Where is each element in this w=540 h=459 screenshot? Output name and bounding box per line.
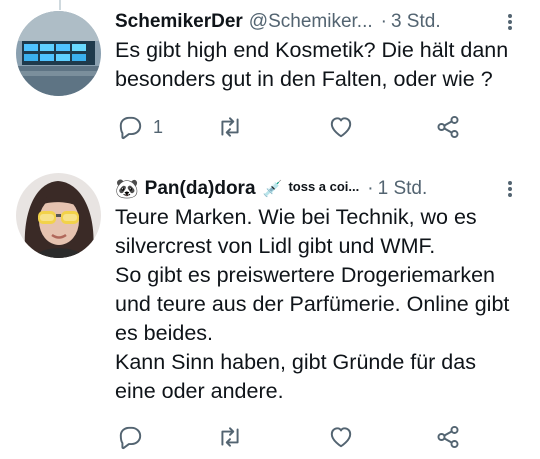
- tweet-text: Es gibt high end Kosmetik? Die hält dann…: [115, 36, 522, 94]
- tweet-text: Teure Marken. Wie bei Technik, wo es sil…: [115, 203, 522, 406]
- name-suffix: toss a coi: [288, 178, 349, 194]
- reply-icon: [119, 426, 142, 450]
- reply-button[interactable]: [117, 422, 143, 452]
- avatar[interactable]: [16, 11, 101, 96]
- retweet-button[interactable]: [217, 112, 243, 142]
- tweet-text-line: und teure aus der Parfümerie. Online gib…: [115, 292, 510, 316]
- heart-icon: [330, 117, 352, 138]
- reply-icon: [119, 116, 142, 140]
- panda-emoji: 🐼: [115, 179, 139, 200]
- timestamp[interactable]: 3 Std.: [391, 11, 441, 33]
- tweet-text-line: Kann Sinn haben, gibt Gründe für das: [115, 350, 476, 374]
- avatar[interactable]: [16, 173, 101, 258]
- timestamp[interactable]: 1 Std.: [378, 178, 428, 200]
- tweet-text-line: besonders gut in den Falten, oder wie ?: [115, 67, 493, 91]
- share-button[interactable]: [435, 422, 461, 452]
- display-name[interactable]: Pan(da)dora: [145, 178, 256, 200]
- more-icon[interactable]: [500, 12, 520, 32]
- retweet-icon: [221, 427, 239, 447]
- like-button[interactable]: [328, 112, 354, 142]
- tweet-text-line: Es gibt high end Kosmetik? Die hält dann: [115, 38, 509, 62]
- like-button[interactable]: [328, 422, 354, 452]
- action-bar: [117, 422, 477, 452]
- avatar-image: [16, 11, 101, 96]
- tweet-text-line: silvercrest von Lidl gibt und WMF.: [115, 234, 436, 258]
- syringe-emoji: 💉: [262, 181, 283, 198]
- tweet-header: SchemikerDer @Schemiker... · 3 Std.: [115, 9, 520, 35]
- action-bar: 1: [117, 112, 477, 142]
- display-name[interactable]: SchemikerDer: [115, 11, 243, 33]
- tweet-text-line: So gibt es preiswertere Drogeriemarken: [115, 263, 495, 287]
- thread-line: [59, 0, 61, 10]
- reply-count: 1: [153, 116, 164, 137]
- share-icon: [437, 425, 459, 449]
- tweet[interactable]: SchemikerDer @Schemiker... · 3 Std. Es g…: [0, 0, 540, 160]
- avatar-image: [16, 173, 101, 258]
- reply-button[interactable]: 1: [117, 112, 163, 142]
- retweet-icon: [221, 117, 239, 137]
- separator-dot: ·: [367, 178, 374, 199]
- user-handle[interactable]: @Schemiker...: [249, 11, 373, 33]
- share-icon: [437, 115, 459, 139]
- tweet-text-line: Teure Marken. Wie bei Technik, wo es: [115, 205, 477, 229]
- heart-icon: [330, 427, 352, 448]
- share-button[interactable]: [435, 112, 461, 142]
- tweet-text-line: eine oder andere.: [115, 379, 284, 403]
- tweet-header: 🐼 Pan(da)dora 💉 toss a coi ... · 1 Std.: [115, 176, 520, 202]
- retweet-button[interactable]: [217, 422, 243, 452]
- more-icon[interactable]: [500, 179, 520, 199]
- tweet[interactable]: 🐼 Pan(da)dora 💉 toss a coi ... · 1 Std. …: [0, 160, 540, 459]
- separator-dot: ·: [380, 11, 387, 32]
- tweet-text-line: es beides.: [115, 321, 214, 345]
- name-ellipsis: ...: [348, 178, 360, 194]
